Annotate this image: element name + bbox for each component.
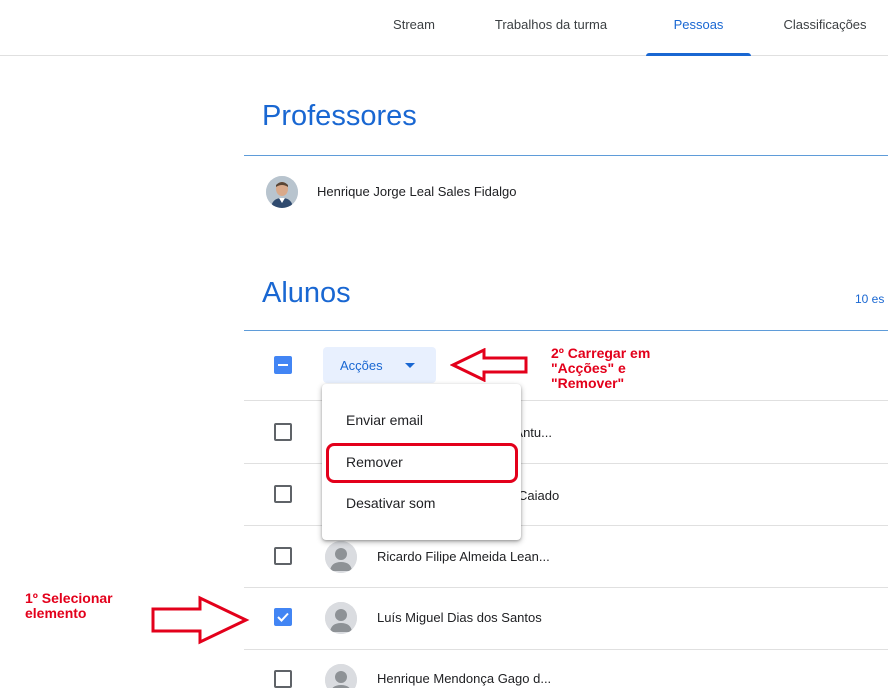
default-avatar-icon[interactable] [325, 602, 357, 634]
students-divider [244, 330, 888, 331]
active-tab-indicator [646, 53, 751, 56]
person-silhouette-icon [325, 541, 357, 573]
checkmark-icon [277, 612, 289, 622]
menu-item-label: Enviar email [346, 412, 424, 428]
teacher-avatar[interactable] [266, 176, 298, 208]
student-name: Caiado [518, 488, 560, 503]
tab-people-label: Pessoas [673, 17, 724, 32]
select-all-checkbox[interactable] [274, 356, 292, 374]
student-name: Ricardo Filipe Almeida Lean... [377, 549, 550, 564]
menu-item-label: Desativar som [346, 495, 436, 511]
student-checkbox[interactable] [274, 423, 292, 441]
person-silhouette-icon [325, 602, 357, 634]
tab-classwork-label: Trabalhos da turma [494, 17, 608, 32]
tab-stream[interactable]: Stream [384, 0, 444, 56]
tab-classwork[interactable]: Trabalhos da turma [480, 0, 622, 56]
top-tab-bar: Stream Trabalhos da turma Pessoas Classi… [0, 0, 888, 56]
default-avatar-icon[interactable] [325, 541, 357, 573]
student-checkbox-checked[interactable] [274, 608, 292, 626]
step2-annotation: 2º Carregar em "Acções" e "Remover" [551, 345, 651, 391]
caret-down-icon [405, 363, 415, 368]
arrow-left-icon [450, 348, 528, 382]
person-silhouette-icon [325, 664, 357, 688]
teachers-divider [244, 155, 888, 156]
menu-item-mute[interactable]: Desativar som [322, 483, 521, 523]
student-name: Henrique Mendonça Gago d... [377, 671, 552, 686]
remove-highlight-box [326, 443, 518, 483]
student-checkbox[interactable] [274, 485, 292, 503]
student-checkbox[interactable] [274, 547, 292, 565]
student-checkbox[interactable] [274, 670, 292, 688]
actions-label: Acções [340, 358, 383, 373]
person-photo-icon [266, 176, 298, 208]
arrow-right-icon [151, 595, 250, 645]
students-count: 10 es [855, 292, 885, 306]
menu-item-send-email[interactable]: Enviar email [322, 400, 521, 440]
tab-people[interactable]: Pessoas [646, 0, 751, 56]
tab-stream-label: Stream [393, 17, 435, 32]
tab-grades-label: Classificações [783, 17, 867, 32]
teacher-name: Henrique Jorge Leal Sales Fidalgo [317, 184, 517, 199]
student-name: Luís Miguel Dias dos Santos [377, 610, 542, 625]
students-title: Alunos [262, 277, 351, 309]
step1-annotation: 1º Selecionar elemento [25, 590, 113, 621]
default-avatar-icon[interactable] [325, 664, 357, 688]
minus-icon [278, 364, 288, 366]
teachers-title: Professores [262, 100, 417, 132]
tab-grades[interactable]: Classificações [770, 0, 880, 56]
actions-dropdown-button[interactable]: Acções [323, 347, 436, 383]
